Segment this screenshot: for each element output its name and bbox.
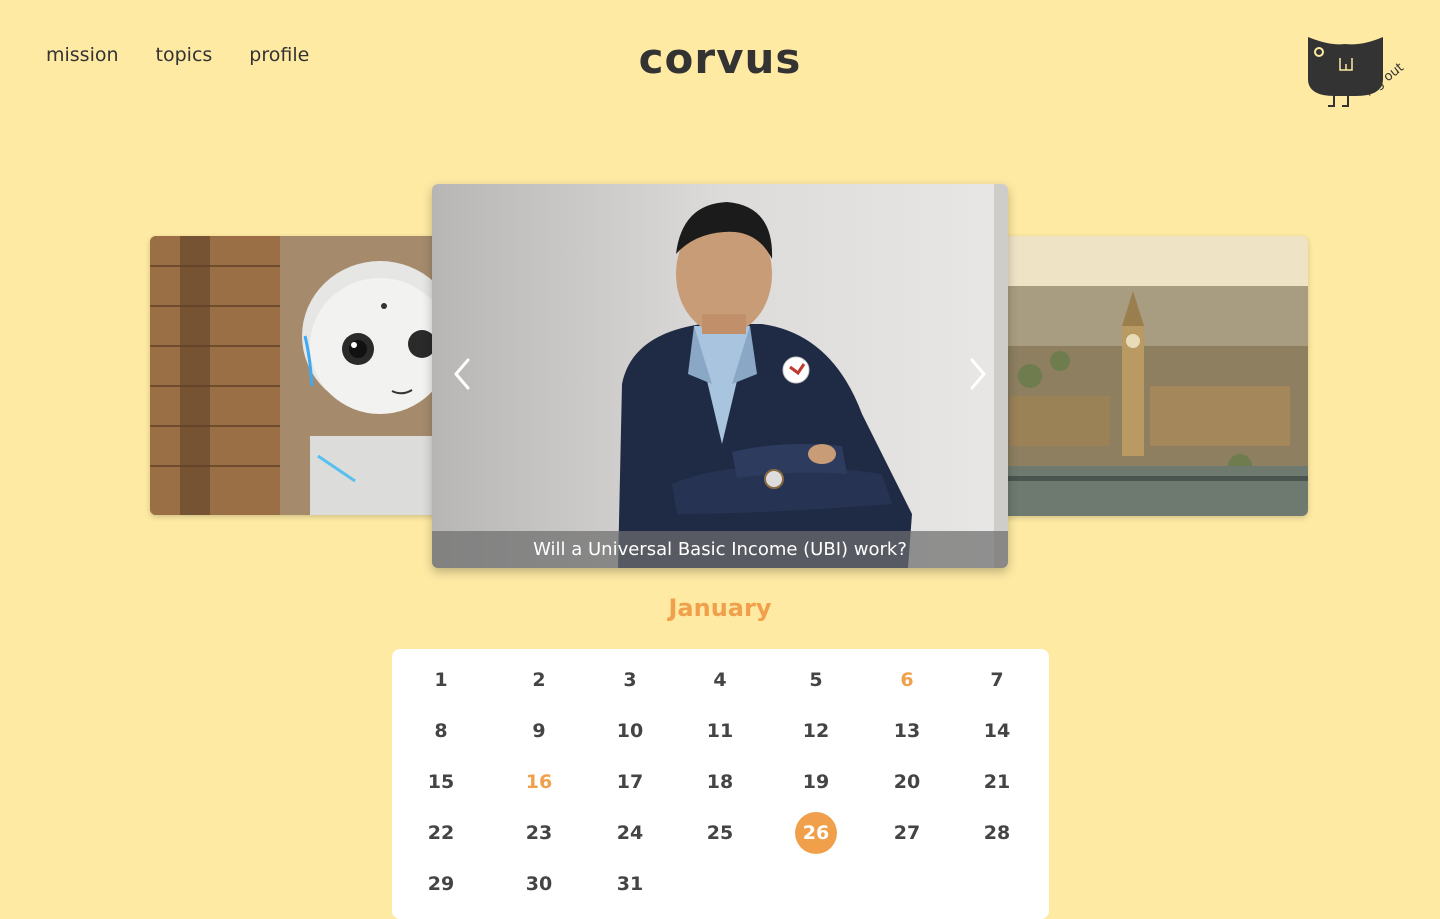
calendar-day[interactable]: 19	[795, 761, 837, 803]
chevron-left-icon	[454, 358, 470, 390]
calendar-day[interactable]: 7	[976, 659, 1018, 701]
calendar-day[interactable]: 10	[609, 710, 651, 752]
calendar-day[interactable]: 2	[518, 659, 560, 701]
carousel-slide-robot[interactable]	[150, 236, 450, 515]
calendar-day[interactable]: 6	[886, 659, 928, 701]
calendar-day[interactable]: 12	[795, 710, 837, 752]
calendar-day[interactable]: 21	[976, 761, 1018, 803]
robot-photo	[150, 236, 450, 515]
calendar-day[interactable]: 30	[518, 863, 560, 905]
portrait-photo	[432, 184, 1008, 568]
calendar: 1 2 3 4 5 6 7 8 9 10 11 12 13 14 15 16 17 18 19 20 21 22 23 24 2…	[392, 649, 1049, 919]
chevron-right-icon	[970, 358, 986, 390]
crow-mascot-icon[interactable]	[1300, 34, 1420, 124]
calendar-day[interactable]: 3	[609, 659, 651, 701]
calendar-day[interactable]: 20	[886, 761, 928, 803]
calendar-day[interactable]: 4	[699, 659, 741, 701]
london-cityscape-photo	[990, 236, 1308, 516]
calendar-day[interactable]: 31	[609, 863, 651, 905]
calendar-day[interactable]: 23	[518, 812, 560, 854]
calendar-day[interactable]: 24	[609, 812, 651, 854]
calendar-day[interactable]: 11	[699, 710, 741, 752]
calendar-day[interactable]: 8	[420, 710, 462, 752]
calendar-day[interactable]: 18	[699, 761, 741, 803]
calendar-day[interactable]: 29	[420, 863, 462, 905]
calendar-day[interactable]: 5	[795, 659, 837, 701]
carousel-prev-button[interactable]	[446, 354, 476, 394]
calendar-day[interactable]: 28	[976, 812, 1018, 854]
calendar-day[interactable]: 17	[609, 761, 651, 803]
slide-caption[interactable]: Will a Universal Basic Income (UBI) work…	[432, 531, 1008, 568]
calendar-day[interactable]: 14	[976, 710, 1018, 752]
calendar-day[interactable]: 9	[518, 710, 560, 752]
calendar-day[interactable]: 22	[420, 812, 462, 854]
calendar-day[interactable]: 25	[699, 812, 741, 854]
carousel-slide-active[interactable]: Will a Universal Basic Income (UBI) work…	[432, 184, 1008, 568]
calendar-day[interactable]: 27	[886, 812, 928, 854]
calendar-day[interactable]: 1	[420, 659, 462, 701]
carousel-slide-london[interactable]	[990, 236, 1308, 516]
calendar-day[interactable]: 16	[518, 761, 560, 803]
calendar-month-title: January	[668, 594, 772, 622]
calendar-day[interactable]: 13	[886, 710, 928, 752]
calendar-day[interactable]: 15	[420, 761, 462, 803]
carousel-next-button[interactable]	[964, 354, 994, 394]
calendar-day-selected[interactable]: 26	[795, 812, 837, 854]
brand-logo[interactable]: corvus	[0, 34, 1440, 83]
